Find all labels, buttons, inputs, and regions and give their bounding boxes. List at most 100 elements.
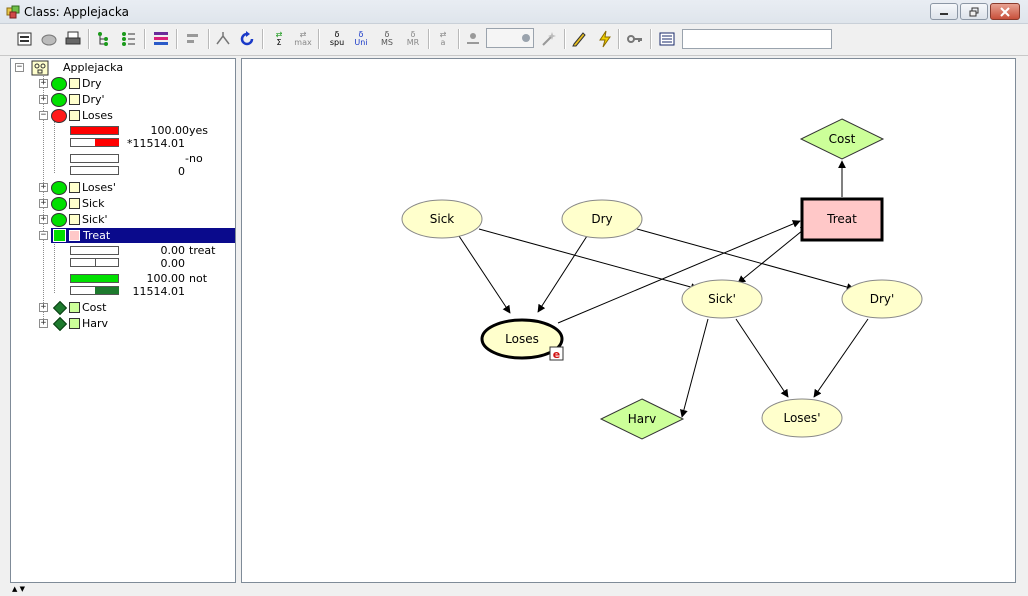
tree-scroll-arrows-icon[interactable]: ▲ ▼ — [12, 585, 25, 593]
status-bar — [0, 584, 1028, 596]
graph-node-loses-label: Loses — [505, 332, 539, 346]
minimize-button[interactable] — [930, 3, 958, 20]
keyboard-button[interactable] — [656, 28, 678, 50]
sum-propagate-icon: ⇄ Σ — [275, 30, 283, 47]
tree-item-dry-prime[interactable]: Dry' — [82, 93, 105, 106]
expand-tree-button[interactable] — [94, 28, 116, 50]
mr-icon: δ MR — [406, 30, 420, 47]
class-icon — [31, 60, 49, 76]
graph-node-treat-label: Treat — [826, 212, 857, 226]
state-subbar-loses-yes — [70, 138, 119, 147]
state-subvalue: 0 — [178, 165, 185, 178]
graph-node-sick-prime-label: Sick' — [708, 292, 736, 306]
tree-item-sick-prime[interactable]: Sick' — [82, 213, 107, 226]
pencil-icon — [572, 32, 586, 47]
tree-item-sick[interactable]: Sick — [82, 197, 104, 210]
state-subvalue: 0.00 — [160, 257, 186, 270]
sick-prime-expander[interactable]: + — [39, 215, 48, 224]
spu-button[interactable]: δ spu — [326, 28, 348, 50]
node-tree-panel[interactable]: − Applejacka + Dry + Dry' − Loses 100.00… — [10, 58, 236, 583]
edge-sick-sickprime — [478, 228, 699, 291]
align-icon — [187, 34, 198, 43]
tree-item-harv[interactable]: Harv — [82, 317, 108, 330]
monitor-toggle[interactable] — [69, 94, 80, 105]
title-bar[interactable]: Class: Applejacka — [0, 0, 1028, 24]
monitor-toggle[interactable] — [69, 302, 80, 313]
loses-prime-expander[interactable]: + — [39, 183, 48, 192]
pencil-button[interactable] — [568, 28, 590, 50]
print-button[interactable] — [62, 28, 84, 50]
monitor-toggle[interactable] — [69, 214, 80, 225]
edge-treat-sickprime — [737, 225, 809, 284]
graph-node-dry-prime-label: Dry' — [870, 292, 895, 306]
zoom-slider-thumb[interactable] — [522, 34, 530, 42]
minimize-icon — [940, 12, 948, 15]
close-button[interactable] — [990, 3, 1020, 20]
compile-button[interactable] — [38, 28, 60, 50]
uni-icon: δ Uni — [354, 30, 368, 47]
retract-icon — [216, 32, 230, 45]
propagate-button[interactable] — [236, 28, 258, 50]
spu-icon: δ spu — [329, 30, 345, 47]
loses-expander[interactable]: − — [39, 111, 48, 120]
tree-item-dry[interactable]: Dry — [82, 77, 102, 90]
monitor-toggle[interactable] — [69, 110, 80, 121]
dry-prime-expander[interactable]: + — [39, 95, 48, 104]
lightning-button[interactable] — [594, 28, 616, 50]
align-button[interactable] — [182, 28, 204, 50]
state-value: 100.00 — [146, 272, 186, 285]
graph-node-cost-label: Cost — [829, 132, 856, 146]
sick-expander[interactable]: + — [39, 199, 48, 208]
monitor-toggle[interactable] — [69, 230, 80, 241]
tree-item-loses-prime[interactable]: Loses' — [82, 181, 116, 194]
mr-button[interactable]: δ MR — [402, 28, 424, 50]
key-button[interactable] — [624, 28, 646, 50]
a-icon: ⇄ a — [439, 30, 447, 47]
tree-item-cost[interactable]: Cost — [82, 301, 106, 314]
decision-node-icon — [53, 229, 66, 242]
root-expander[interactable]: − — [15, 63, 24, 72]
graph-node-harv-label: Harv — [628, 412, 656, 426]
collapse-tree-button[interactable] — [118, 28, 140, 50]
monitor-toggle[interactable] — [69, 78, 80, 89]
max-propagate-button[interactable]: ⇄ max — [292, 28, 314, 50]
restore-button[interactable] — [960, 3, 988, 20]
harv-expander[interactable]: + — [39, 319, 48, 328]
state-bar-treat-treat — [70, 246, 119, 255]
monitor-toggle[interactable] — [69, 182, 80, 193]
monitor-toggle[interactable] — [69, 318, 80, 329]
wizard-button[interactable] — [538, 28, 560, 50]
edge-sickprime-losesprime — [735, 318, 789, 398]
cost-expander[interactable]: + — [39, 303, 48, 312]
pin-icon — [467, 33, 479, 44]
state-value: 0.00 — [160, 244, 186, 257]
toolbar: ⇄ Σ ⇄ max δ spu δ Uni δ MS δ MR ⇄ a — [0, 24, 1028, 56]
network-graph-panel[interactable]: Cost Treat Sick Dry Sick' Dry' Loses e H… — [241, 58, 1016, 583]
monitor-bars-button[interactable] — [150, 28, 172, 50]
max-propagate-icon: ⇄ max — [294, 30, 312, 47]
properties-button[interactable] — [14, 28, 36, 50]
retract-button[interactable] — [212, 28, 234, 50]
uni-button[interactable]: δ Uni — [350, 28, 372, 50]
window-title: Class: Applejacka — [24, 5, 129, 19]
edge-dryprime-losesprime — [813, 318, 869, 398]
chance-node-icon — [51, 77, 67, 91]
state-subbar-treat-treat — [70, 258, 119, 267]
pin-button[interactable] — [462, 28, 484, 50]
search-input[interactable] — [682, 29, 832, 49]
treat-expander[interactable]: − — [39, 231, 48, 240]
sum-propagate-button[interactable]: ⇄ Σ — [268, 28, 290, 50]
monitor-toggle[interactable] — [69, 198, 80, 209]
tree-item-loses[interactable]: Loses — [82, 109, 113, 122]
dry-expander[interactable]: + — [39, 79, 48, 88]
ms-button[interactable]: δ MS — [376, 28, 398, 50]
tree-item-treat[interactable]: Treat — [81, 229, 112, 242]
state-name: not — [189, 272, 208, 285]
state-bar-loses-no — [70, 154, 119, 163]
zoom-slider[interactable] — [486, 28, 534, 48]
compile-icon — [41, 34, 57, 46]
a-button[interactable]: ⇄ a — [432, 28, 454, 50]
collapse-tree-icon — [122, 32, 135, 46]
tree-root-label[interactable]: Applejacka — [63, 61, 123, 74]
utility-node-icon — [52, 316, 68, 332]
